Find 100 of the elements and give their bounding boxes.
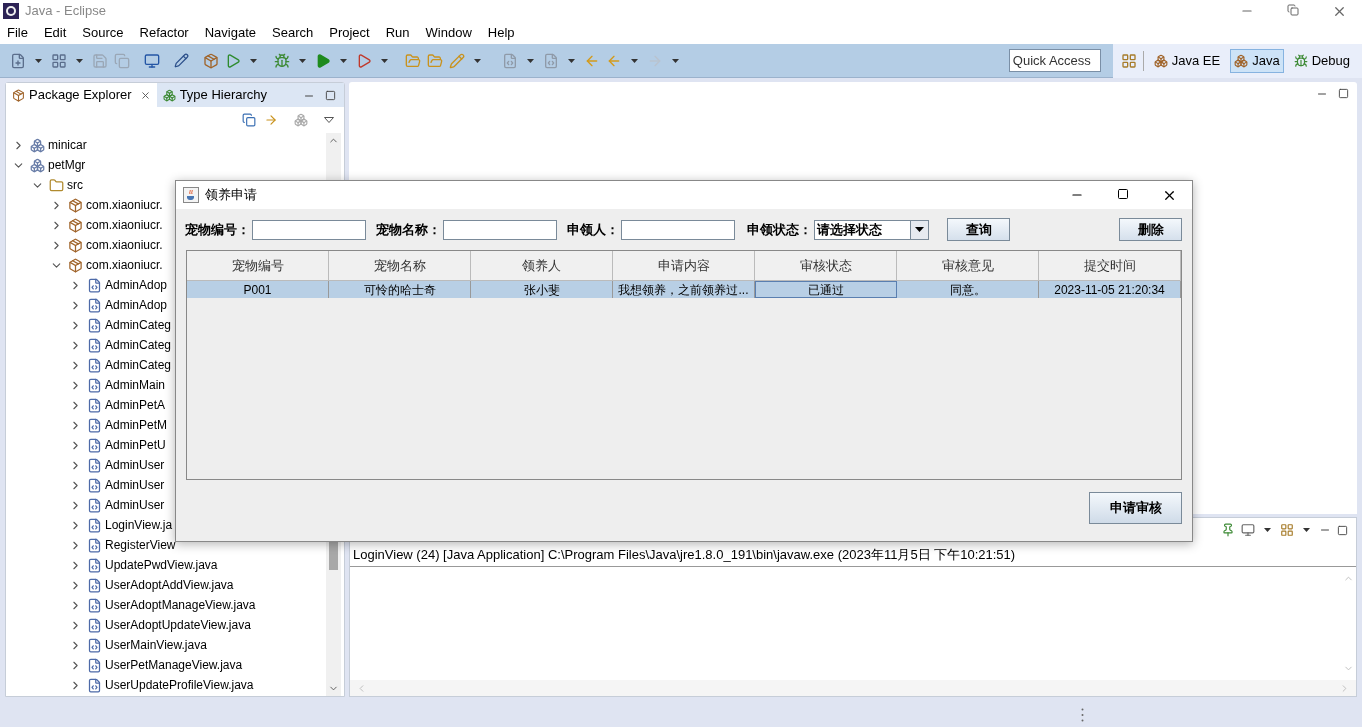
tree-item[interactable]: com.xiaoniucr. — [86, 236, 163, 254]
caret-icon[interactable] — [672, 58, 679, 63]
tree-item[interactable]: com.xiaoniucr. — [86, 256, 163, 274]
tree-item[interactable]: minicar — [48, 136, 87, 154]
column-header[interactable]: 申请内容 — [613, 251, 755, 280]
tree-item[interactable]: AdminPetM — [105, 416, 168, 434]
column-header[interactable]: 审核状态 — [755, 251, 897, 280]
project-icon — [30, 137, 45, 153]
tree-item[interactable]: UpdatePwdView.java — [105, 556, 218, 574]
caret-icon[interactable] — [631, 58, 638, 63]
tree-item[interactable]: UserAdoptManageView.java — [105, 596, 256, 614]
column-header[interactable]: 宠物名称 — [329, 251, 471, 280]
file-icon — [87, 297, 102, 313]
grip-icon[interactable] — [1081, 708, 1084, 722]
menu-item[interactable]: Source — [82, 23, 124, 43]
caret-icon[interactable] — [1303, 528, 1310, 532]
caret-icon[interactable] — [381, 58, 388, 63]
view-menu-icon[interactable] — [324, 117, 334, 123]
pencil-icon[interactable] — [174, 53, 189, 68]
caret-icon[interactable] — [1264, 528, 1271, 532]
tab-label[interactable]: Type Hierarchy — [179, 85, 268, 105]
menu-item[interactable]: Navigate — [204, 23, 256, 43]
delete-button[interactable]: 删除 — [1119, 218, 1182, 241]
column-header[interactable]: 领养人 — [471, 251, 613, 280]
tree-item[interactable]: AdminPetU — [105, 436, 166, 454]
run-tool-icon[interactable] — [356, 52, 372, 69]
tree-item[interactable]: AdminCateg — [105, 336, 172, 354]
view-tab[interactable]: Package Explorer — [6, 83, 157, 107]
status-dropdown[interactable]: 请选择状态 — [814, 219, 929, 240]
tree-item[interactable]: UserMainView.java — [105, 636, 207, 654]
quick-access-field[interactable]: Quick Access — [1008, 49, 1101, 72]
tree-item[interactable]: AdminAdop — [105, 296, 168, 314]
perspective-button[interactable]: Java EE — [1149, 49, 1225, 73]
caret-icon[interactable] — [250, 58, 257, 63]
filter-field[interactable] — [443, 219, 557, 240]
column-header[interactable]: 提交时间 — [1039, 251, 1181, 280]
play-icon[interactable] — [315, 52, 331, 69]
tab-label[interactable]: Package Explorer — [29, 85, 132, 105]
collapse-all-icon[interactable] — [242, 113, 256, 127]
caret-icon[interactable] — [474, 58, 481, 63]
file-icon — [87, 537, 102, 553]
caret-icon[interactable] — [299, 58, 306, 63]
file-icon — [87, 277, 102, 293]
tree-item[interactable]: AdminCateg — [105, 316, 172, 334]
new-file-icon[interactable] — [10, 52, 26, 69]
new-item-icon[interactable] — [51, 52, 67, 69]
tree-item[interactable]: LoginView.ja — [105, 516, 173, 534]
bug-icon[interactable] — [274, 52, 290, 69]
table-row[interactable]: P001 可怜的哈士奇 张小斐 我想领养，之前领养过... 已通过 同意。 2023-11-05 21:20:34 — [187, 281, 1181, 298]
caret-icon[interactable] — [527, 58, 534, 63]
review-button[interactable]: 申请审核 — [1089, 492, 1182, 524]
caret-icon[interactable] — [76, 58, 83, 63]
menu-item[interactable]: Help — [487, 23, 515, 43]
tree-item[interactable]: UserAdoptUpdateView.java — [105, 616, 251, 634]
tree-item[interactable]: UserPetManageView.java — [105, 656, 243, 674]
file-icon — [87, 597, 102, 613]
close-icon[interactable] — [139, 89, 151, 101]
view-tab[interactable]: Type Hierarchy — [156, 83, 274, 107]
display-icon[interactable] — [1241, 523, 1255, 537]
caret-icon[interactable] — [35, 58, 42, 63]
window-title: Java - Eclipse — [25, 2, 106, 21]
pin-icon[interactable] — [1221, 523, 1235, 537]
tree-item[interactable]: src — [67, 176, 83, 194]
column-header[interactable]: 审核意见 — [897, 251, 1039, 280]
tree-item[interactable]: AdminMain — [105, 376, 166, 394]
filter-field[interactable] — [252, 219, 366, 240]
column-header[interactable]: 宠物编号 — [187, 251, 329, 280]
package-icon[interactable] — [203, 52, 219, 69]
monitor-icon[interactable] — [144, 52, 160, 69]
query-button[interactable]: 查询 — [947, 218, 1010, 241]
tree-item[interactable]: RegisterView — [105, 536, 176, 554]
menu-item[interactable]: Run — [385, 23, 410, 43]
project-icon — [30, 157, 45, 173]
open-perspective-icon[interactable] — [1120, 53, 1137, 69]
tree-item[interactable]: petMgr — [48, 156, 86, 174]
tree-item[interactable]: AdminUser — [105, 456, 165, 474]
tree-item[interactable]: AdminUser — [105, 496, 165, 514]
tree-item[interactable]: AdminCateg — [105, 356, 172, 374]
package-icon — [68, 257, 83, 273]
tree-item[interactable]: com.xiaoniucr. — [86, 196, 163, 214]
menu-item[interactable]: File — [7, 23, 28, 43]
perspective-button[interactable]: Debug — [1289, 49, 1354, 73]
menu-item[interactable]: Refactor — [139, 23, 189, 43]
console-header: LoginView (24) [Java Application] C:\Program Files\Java\jre1.8.0_191\bin\javaw.exe (2023年11月5日 下午10:21:51) — [353, 547, 1016, 562]
caret-icon[interactable] — [568, 58, 575, 63]
filter-field[interactable] — [621, 219, 735, 240]
tree-item[interactable]: UserUpdateProfileView.java — [105, 676, 254, 694]
menu-item[interactable]: Project — [329, 23, 370, 43]
file-icon — [87, 497, 102, 513]
perspective-button[interactable]: Java — [1230, 49, 1284, 73]
menu-item[interactable]: Search — [272, 23, 314, 43]
tree-item[interactable]: AdminPetA — [105, 396, 166, 414]
tree-item[interactable]: com.xiaoniucr. — [86, 216, 163, 234]
tree-item[interactable]: AdminUser — [105, 476, 165, 494]
tree-item[interactable]: UserAdoptAddView.java — [105, 576, 234, 594]
caret-icon[interactable] — [340, 58, 347, 63]
caret-icon[interactable] — [915, 227, 924, 232]
tree-item[interactable]: AdminAdop — [105, 276, 168, 294]
menu-item[interactable]: Window — [425, 23, 472, 43]
menu-item[interactable]: Edit — [43, 23, 67, 43]
